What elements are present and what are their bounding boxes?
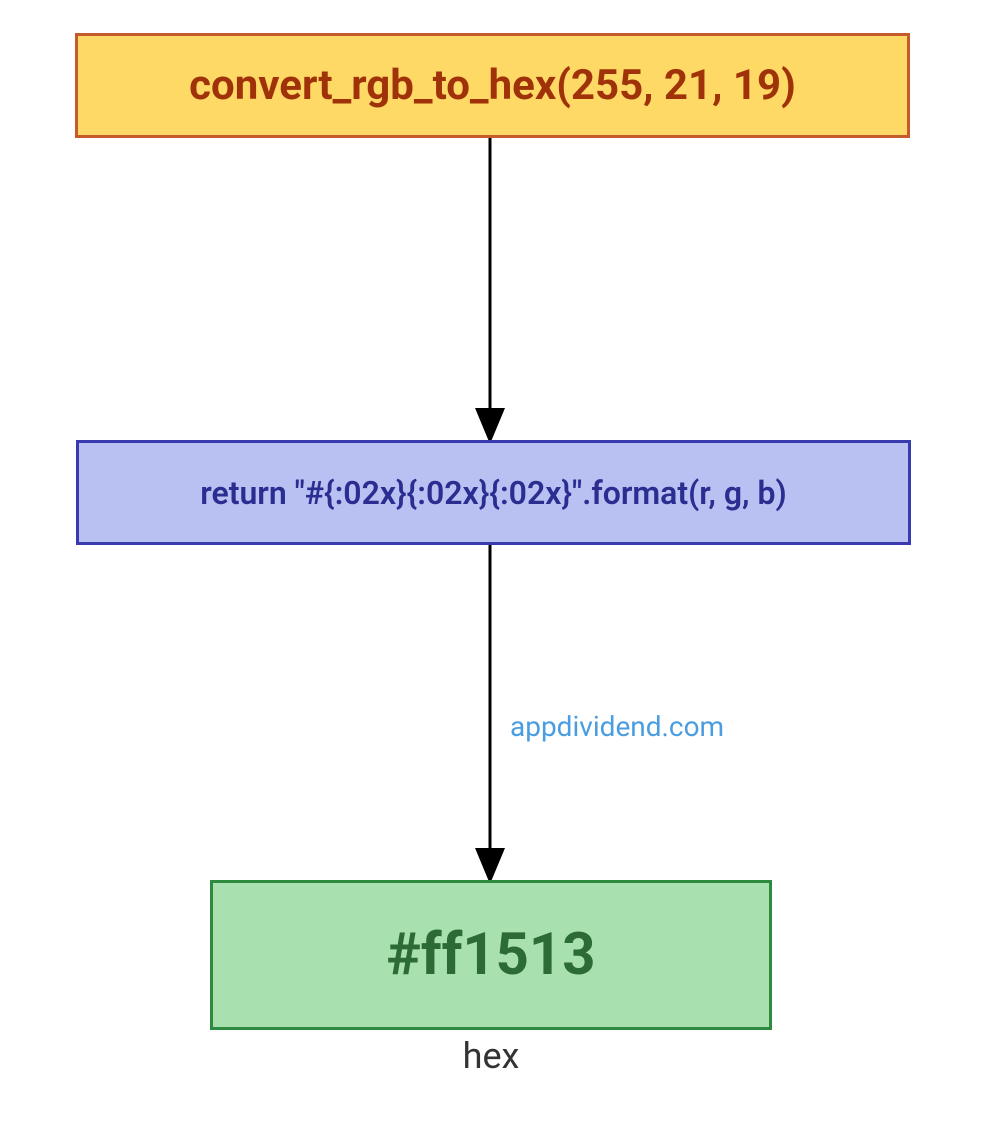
watermark-text: appdividend.com bbox=[510, 710, 724, 743]
process-node: return "#{:02x}{:02x}{:02x}".format(r, g… bbox=[76, 440, 911, 545]
input-node: convert_rgb_to_hex(255, 21, 19) bbox=[75, 33, 910, 138]
input-node-label: convert_rgb_to_hex(255, 21, 19) bbox=[189, 61, 796, 110]
process-node-label: return "#{:02x}{:02x}{:02x}".format(r, g… bbox=[200, 474, 786, 512]
output-caption: hex bbox=[210, 1035, 772, 1077]
output-node-label: #ff1513 bbox=[387, 921, 596, 989]
output-node: #ff1513 bbox=[210, 880, 772, 1030]
